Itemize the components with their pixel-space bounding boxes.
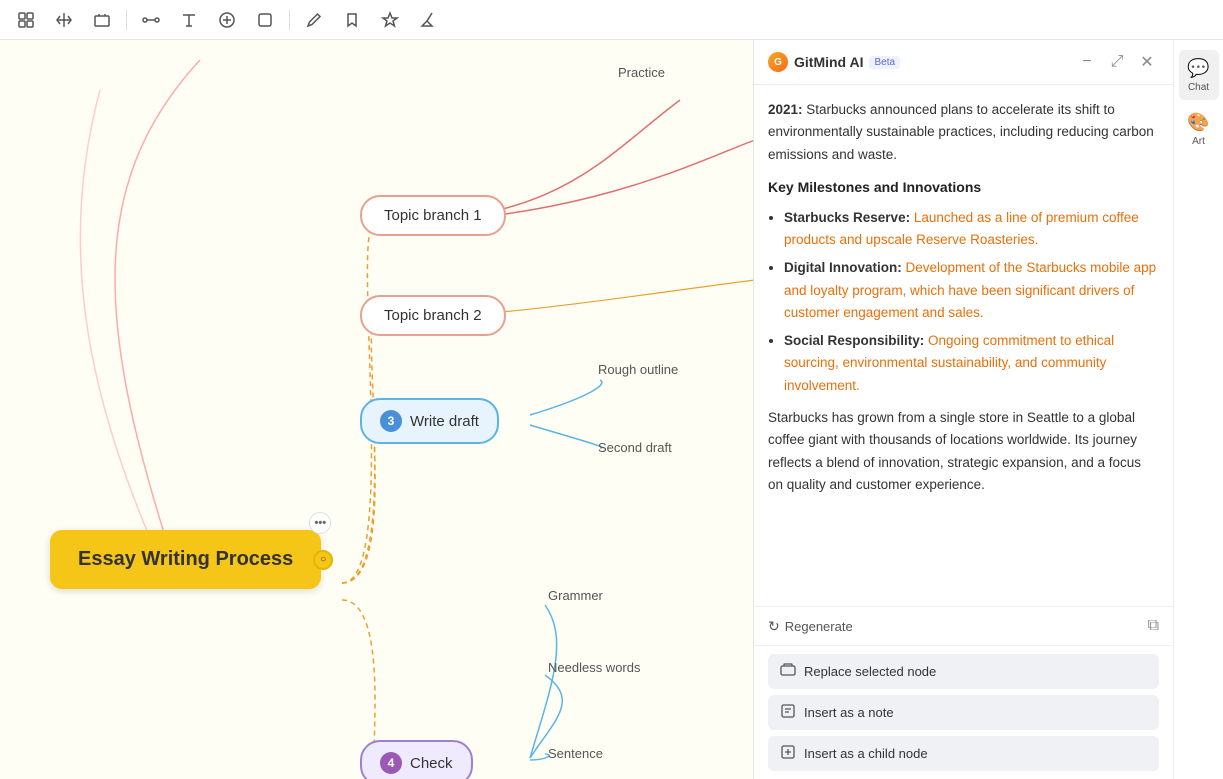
pen-tool-btn[interactable] <box>298 4 330 36</box>
insert-note-btn[interactable]: Insert as a note <box>768 695 1159 730</box>
replace-node-icon <box>780 662 796 681</box>
insert-child-btn[interactable]: Insert as a child node <box>768 736 1159 771</box>
art-icon: 🎨 <box>1187 112 1209 133</box>
intro-bold: 2021: <box>768 102 803 117</box>
second-draft-label: Second draft <box>598 440 672 455</box>
social-title: Social Responsibility: <box>784 333 928 348</box>
milestone-reserve: Starbucks Reserve: Launched as a line of… <box>784 207 1159 252</box>
digital-title: Digital Innovation: <box>784 260 906 275</box>
beta-badge: Beta <box>869 56 900 69</box>
milestones-heading: Key Milestones and Innovations <box>768 176 1159 199</box>
insert-child-label: Insert as a child node <box>804 746 928 761</box>
grammer-label: Grammer <box>548 588 603 603</box>
brand-icon: G <box>768 52 788 72</box>
toolbar <box>0 0 1223 40</box>
panel-brand: G GitMind AI Beta <box>768 52 900 72</box>
topic-branch-1-label: Topic branch 1 <box>384 207 482 224</box>
toolbar-divider-1 <box>126 10 127 30</box>
panel-controls: − ⤢ ✕ <box>1075 50 1159 74</box>
right-panel: G GitMind AI Beta − ⤢ ✕ 2021: Starbucks … <box>753 40 1173 779</box>
reserve-title: Starbucks Reserve: <box>784 210 914 225</box>
panel-header: G GitMind AI Beta − ⤢ ✕ <box>754 40 1173 85</box>
expand-btn[interactable]: ○ <box>313 550 333 570</box>
toolbar-divider-2 <box>289 10 290 30</box>
art-label: Art <box>1192 136 1205 147</box>
select-tool-btn[interactable] <box>10 4 42 36</box>
regen-icon: ↻ <box>768 618 780 635</box>
sidebar-icons: 💬 Chat 🎨 Art <box>1173 40 1223 779</box>
milestones-list: Starbucks Reserve: Launched as a line of… <box>768 207 1159 397</box>
replace-node-label: Replace selected node <box>804 664 936 679</box>
expand-panel-btn[interactable]: ⤢ <box>1105 50 1129 74</box>
topic-branch-2-label: Topic branch 2 <box>384 307 482 324</box>
minimize-btn[interactable]: − <box>1075 50 1099 74</box>
insert-note-label: Insert as a note <box>804 705 894 720</box>
write-draft-badge: 3 <box>380 410 402 432</box>
central-node[interactable]: ••• Essay Writing Process ○ <box>50 530 321 589</box>
milestone-social: Social Responsibility: Ongoing commitmen… <box>784 330 1159 397</box>
write-draft-label: Write draft <box>410 413 479 430</box>
shape-tool-btn[interactable] <box>249 4 281 36</box>
brand-name: GitMind AI <box>794 54 863 70</box>
regen-label: Regenerate <box>785 619 853 634</box>
check-badge: 4 <box>380 752 402 774</box>
art-sidebar-btn[interactable]: 🎨 Art <box>1179 104 1219 154</box>
chat-sidebar-btn[interactable]: 💬 Chat <box>1179 50 1219 100</box>
star-btn[interactable] <box>374 4 406 36</box>
regenerate-btn[interactable]: ↻ Regenerate <box>768 618 853 635</box>
topic-branch-2-node[interactable]: Topic branch 2 <box>360 295 506 336</box>
conclusion-paragraph: Starbucks has grown from a single store … <box>768 407 1159 496</box>
check-label: Check <box>410 755 453 772</box>
copy-btn[interactable]: ⧉ <box>1148 617 1159 635</box>
sentence-label: Sentence <box>548 746 603 761</box>
text-tool-btn[interactable] <box>173 4 205 36</box>
insert-child-icon <box>780 744 796 763</box>
write-draft-node[interactable]: 3 Write draft <box>360 398 499 444</box>
replace-node-btn[interactable]: Replace selected node <box>768 654 1159 689</box>
action-buttons: Replace selected node Insert as a note I… <box>754 646 1173 779</box>
insert-note-icon <box>780 703 796 722</box>
panel-footer: ↻ Regenerate ⧉ Replace selected node Ins… <box>754 606 1173 779</box>
rough-outline-label: Rough outline <box>598 362 678 377</box>
bookmark-btn[interactable] <box>336 4 368 36</box>
frame-tool-btn[interactable] <box>86 4 118 36</box>
topic-branch-1-node[interactable]: Topic branch 1 <box>360 195 506 236</box>
chat-label: Chat <box>1188 82 1209 93</box>
ai-response-text: 2021: Starbucks announced plans to accel… <box>768 99 1159 496</box>
intro-paragraph: 2021: Starbucks announced plans to accel… <box>768 99 1159 166</box>
milestone-digital: Digital Innovation: Development of the S… <box>784 257 1159 324</box>
panel-content: 2021: Starbucks announced plans to accel… <box>754 85 1173 606</box>
check-node[interactable]: 4 Check <box>360 740 473 779</box>
practice-label: Practice <box>618 65 665 80</box>
regenerate-bar: ↻ Regenerate ⧉ <box>754 607 1173 646</box>
chat-icon: 💬 <box>1187 58 1209 79</box>
central-node-label: Essay Writing Process <box>78 548 293 570</box>
main-area: ••• Essay Writing Process ○ Topic branch… <box>0 40 1223 779</box>
mindmap-canvas[interactable]: ••• Essay Writing Process ○ Topic branch… <box>0 40 753 779</box>
add-node-btn[interactable] <box>211 4 243 36</box>
needless-words-label: Needless words <box>548 660 641 675</box>
eraser-btn[interactable] <box>412 4 444 36</box>
pan-tool-btn[interactable] <box>48 4 80 36</box>
close-panel-btn[interactable]: ✕ <box>1135 50 1159 74</box>
connector-tool-btn[interactable] <box>135 4 167 36</box>
